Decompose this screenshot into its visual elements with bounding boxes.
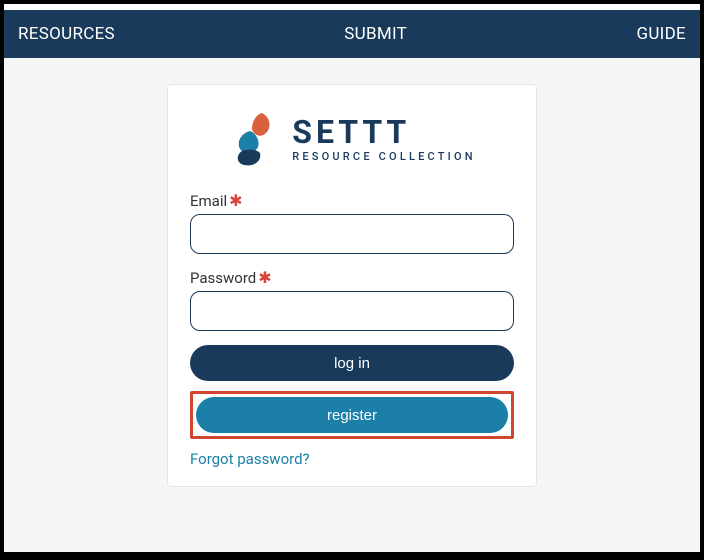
app-frame: RESOURCES SUBMIT GUIDE SETTT RESOURCE CO…: [4, 4, 700, 552]
logo: SETTT RESOURCE COLLECTION: [190, 111, 514, 167]
settt-logo-icon: [228, 111, 282, 167]
password-label: Password✱: [190, 268, 514, 287]
required-marker-icon: ✱: [258, 268, 271, 287]
required-marker-icon: ✱: [229, 191, 242, 210]
login-button[interactable]: log in: [190, 345, 514, 381]
logo-subtitle: RESOURCE COLLECTION: [292, 150, 476, 163]
email-input[interactable]: [190, 214, 514, 254]
content-area: SETTT RESOURCE COLLECTION Email✱ Passwor…: [4, 58, 700, 487]
email-label: Email✱: [190, 191, 514, 210]
register-highlight-box: register: [190, 391, 514, 439]
email-label-text: Email: [190, 192, 227, 210]
email-field-group: Email✱: [190, 191, 514, 254]
password-field-group: Password✱: [190, 268, 514, 331]
main-navbar: RESOURCES SUBMIT GUIDE: [4, 10, 700, 58]
logo-text-block: SETTT RESOURCE COLLECTION: [292, 116, 476, 163]
password-input[interactable]: [190, 291, 514, 331]
password-label-text: Password: [190, 269, 256, 287]
nav-submit[interactable]: SUBMIT: [344, 24, 407, 44]
forgot-password-link[interactable]: Forgot password?: [190, 450, 310, 468]
register-button[interactable]: register: [196, 397, 508, 433]
nav-resources[interactable]: RESOURCES: [18, 24, 115, 44]
nav-guide[interactable]: GUIDE: [636, 24, 686, 44]
login-card: SETTT RESOURCE COLLECTION Email✱ Passwor…: [167, 84, 537, 487]
logo-title: SETTT: [292, 116, 410, 148]
